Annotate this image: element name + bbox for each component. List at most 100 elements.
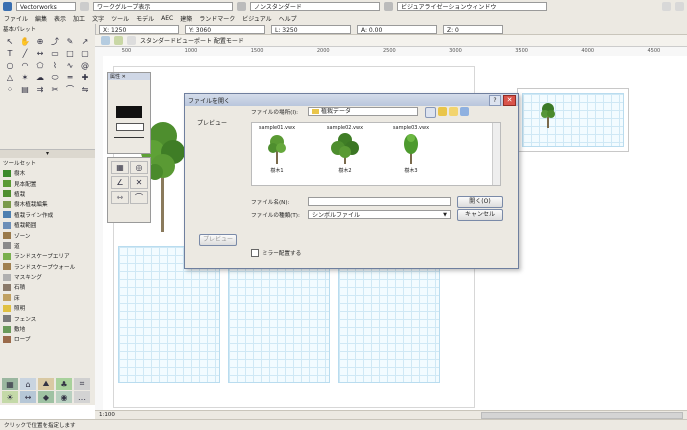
- set-misc-icon[interactable]: …: [74, 391, 90, 403]
- mirror-tool-icon[interactable]: ⇋: [78, 84, 92, 95]
- location-select[interactable]: 植栽データ: [308, 107, 418, 116]
- tool-set-item[interactable]: 石積: [3, 282, 92, 292]
- tool-set-item[interactable]: ロープ: [3, 334, 92, 344]
- set-plant-icon[interactable]: ♣: [56, 378, 72, 390]
- left-preview-button[interactable]: プレビュー: [199, 234, 237, 246]
- window-close-icon[interactable]: [675, 2, 684, 11]
- tool-set-item[interactable]: 床: [3, 293, 92, 303]
- mode-icon-1[interactable]: [101, 36, 110, 45]
- snap-intersection-icon[interactable]: ✕: [130, 176, 148, 189]
- tool-set-item[interactable]: ランドスケープウォール: [3, 262, 92, 272]
- rounded-rect-tool-icon[interactable]: ▢: [78, 48, 92, 59]
- cancel-button[interactable]: キャンセル: [457, 209, 503, 221]
- polygon-tool-icon[interactable]: ⬠: [33, 60, 47, 71]
- tool-set-item[interactable]: 植栽範囲: [3, 220, 92, 230]
- workspace-select[interactable]: Vectorworks: [16, 2, 76, 11]
- set-dims-icon[interactable]: ↔: [20, 391, 36, 403]
- menu-building[interactable]: 建築: [180, 14, 192, 23]
- arrow-tool-icon[interactable]: ↗: [78, 36, 92, 47]
- menu-text[interactable]: 文字: [92, 14, 104, 23]
- file-item[interactable]: sample01.vwx 樹木1: [255, 125, 299, 183]
- snap-grid-icon[interactable]: ▦: [111, 161, 129, 174]
- set-light-icon[interactable]: ☀: [2, 391, 18, 403]
- star-tool-icon[interactable]: ✶: [18, 72, 32, 83]
- tool-set-item[interactable]: 道: [3, 241, 92, 251]
- set-basic-icon[interactable]: ▦: [2, 378, 18, 390]
- circle-tool-icon[interactable]: ○: [3, 60, 17, 71]
- text-tool-icon[interactable]: T: [3, 48, 17, 59]
- tool-set-item[interactable]: 植栽ライン作成: [3, 210, 92, 220]
- tool-set-item[interactable]: 植栽: [3, 189, 92, 199]
- tool-set-item[interactable]: 樹木: [3, 168, 92, 178]
- double-line-tool-icon[interactable]: ═: [63, 72, 77, 83]
- set-3d-icon[interactable]: ◆: [38, 391, 54, 403]
- set-site-icon[interactable]: ⛰: [38, 378, 54, 390]
- file-item[interactable]: sample03.vwx 樹木3: [388, 125, 434, 183]
- menu-aec[interactable]: AEC: [161, 15, 173, 22]
- tool-set-item[interactable]: 照明: [3, 303, 92, 313]
- wall-tool-icon[interactable]: ▭: [48, 48, 62, 59]
- palette-collapse-arrow[interactable]: ▾: [0, 150, 95, 158]
- set-building-icon[interactable]: ⌂: [20, 378, 36, 390]
- menu-help[interactable]: ヘルプ: [279, 14, 297, 23]
- menu-view[interactable]: 表示: [54, 14, 66, 23]
- horizontal-scrollbar[interactable]: [481, 411, 683, 419]
- snap-angle-icon[interactable]: ∠: [111, 176, 129, 189]
- checkbox-box[interactable]: [251, 249, 259, 257]
- dialog-help-icon[interactable]: ?: [489, 94, 501, 106]
- y-field[interactable]: Y: 3060: [185, 24, 265, 34]
- selection-tool-icon[interactable]: ↖: [3, 36, 17, 47]
- snap-object-icon[interactable]: ◎: [130, 161, 148, 174]
- pointer-icon[interactable]: [80, 2, 89, 11]
- tool-set-item[interactable]: ゾーン: [3, 230, 92, 240]
- arc-tool-icon[interactable]: ◠: [18, 60, 32, 71]
- layer-icon[interactable]: [384, 2, 393, 11]
- menu-visual[interactable]: ビジュアル: [242, 14, 271, 23]
- menu-file[interactable]: ファイル: [4, 14, 28, 23]
- back-icon[interactable]: [425, 107, 436, 118]
- eyedropper-tool-icon[interactable]: ✎: [63, 36, 77, 47]
- mirror-checkbox[interactable]: ミラー配置する: [251, 249, 301, 257]
- triangle-tool-icon[interactable]: △: [3, 72, 17, 83]
- new-folder-icon[interactable]: [449, 107, 458, 116]
- tool-set-item[interactable]: フェンス: [3, 313, 92, 323]
- filetype-select[interactable]: シンボルファイル ▼: [308, 210, 451, 219]
- zoom-tool-icon[interactable]: ⊕: [33, 36, 47, 47]
- menu-landmark[interactable]: ランドマーク: [199, 14, 235, 23]
- polyline-tool-icon[interactable]: ⌇: [48, 60, 62, 71]
- split-tool-icon[interactable]: ✂: [48, 84, 62, 95]
- window-restore-icon[interactable]: [662, 2, 671, 11]
- length-field[interactable]: L: 3250: [271, 24, 351, 34]
- snap-distance-icon[interactable]: ⇿: [111, 191, 129, 204]
- cloud-tool-icon[interactable]: ☁: [33, 72, 47, 83]
- tool-set-item[interactable]: 敷地: [3, 324, 92, 334]
- pan-tool-icon[interactable]: ✋: [18, 36, 32, 47]
- layer-select[interactable]: ビジュアライゼーションウィンドウ: [397, 2, 547, 11]
- class-icon[interactable]: [237, 2, 246, 11]
- tool-set-item[interactable]: ランドスケープエリア: [3, 251, 92, 261]
- rect-tool-icon[interactable]: □: [63, 48, 77, 59]
- tool-set-item[interactable]: 樹木植栽編集: [3, 199, 92, 209]
- menu-tools[interactable]: ツール: [111, 14, 129, 23]
- filename-input[interactable]: [308, 197, 451, 206]
- view-menu-icon[interactable]: [460, 107, 469, 116]
- line-tool-icon[interactable]: ╱: [18, 48, 32, 59]
- snap-tangent-icon[interactable]: ⌒: [130, 191, 148, 204]
- menu-model[interactable]: モデル: [136, 14, 154, 23]
- dialog-close-icon[interactable]: ✕: [503, 94, 516, 106]
- angle-field[interactable]: A: 0.00: [357, 24, 437, 34]
- class-select[interactable]: ノンスタンダード: [250, 2, 380, 11]
- hatch-tool-icon[interactable]: ▤: [18, 84, 32, 95]
- line-weight-icon[interactable]: [114, 137, 144, 143]
- stipple-tool-icon[interactable]: ⁘: [3, 84, 17, 95]
- open-button[interactable]: 開く(O): [457, 196, 503, 208]
- locus-tool-icon[interactable]: ✚: [78, 72, 92, 83]
- mode-icon-2[interactable]: [114, 36, 123, 45]
- spiral-tool-icon[interactable]: @: [78, 60, 92, 71]
- file-list-scrollbar[interactable]: [492, 123, 500, 185]
- tool-set-item[interactable]: 見本配置: [3, 178, 92, 188]
- file-item[interactable]: sample02.vwx 樹木2: [320, 125, 370, 183]
- file-list[interactable]: sample01.vwx 樹木1 sample02.vwx 樹木2 sample…: [251, 122, 501, 186]
- flyover-tool-icon[interactable]: ⤴: [48, 36, 62, 47]
- fillet-tool-icon[interactable]: ⌒: [63, 84, 77, 95]
